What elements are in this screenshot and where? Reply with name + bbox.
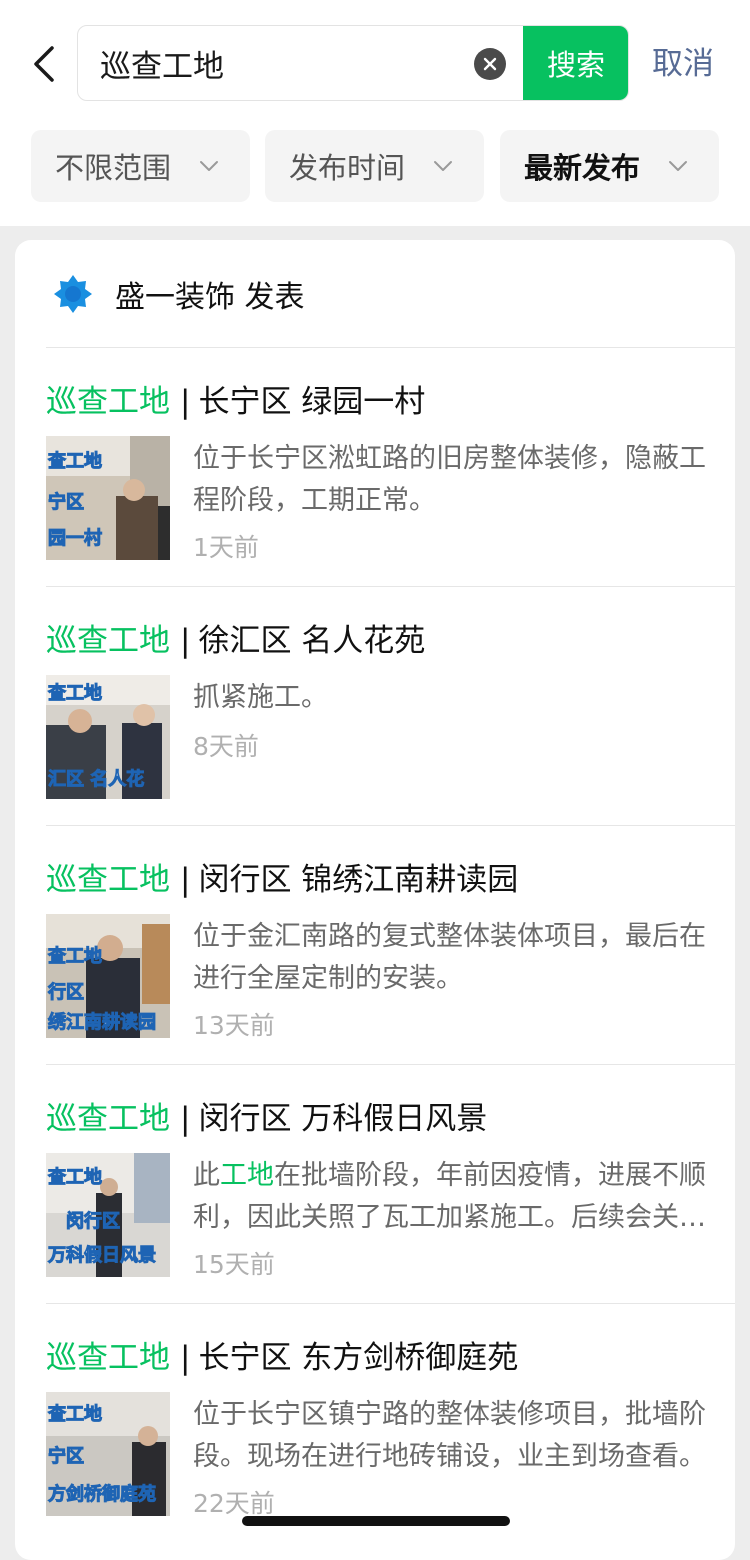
chevron-down-icon [669, 161, 687, 171]
result-item[interactable]: 巡查工地 | 闵行区 锦绣江南耕读园 查工地 行区 绣江南耕读园 位于金汇南路的复式… [46, 826, 735, 1064]
result-item[interactable]: 巡查工地 | 闵行区 万科假日风景 查工地 闵行区 万科假日风景 此工地在批墙阶段，… [46, 1065, 735, 1303]
result-item[interactable]: 巡查工地 | 长宁区 东方剑桥御庭苑 查工地 宁区 方剑桥御庭苑 位于长宁区镇宁路的… [46, 1304, 735, 1542]
title-separator: | [180, 623, 191, 659]
result-title-highlight: 巡查工地 [46, 862, 170, 898]
result-title: 巡查工地 | 闵行区 锦绣江南耕读园 [46, 854, 518, 899]
filter-publish-time[interactable]: 发布时间 [265, 130, 484, 202]
publisher-label: 盛一装饰 发表 [115, 272, 305, 316]
thumb-caption: 行区 [47, 981, 84, 1003]
result-thumbnail: 查工地 闵行区 万科假日风景 [46, 1153, 170, 1277]
result-description: 此工地在批墙阶段，年前因疫情，进展不顺利，因此关照了瓦工加紧施工。后续会关注进展… [193, 1155, 713, 1239]
result-title-text: 闵行区 万科假日风景 [198, 1101, 488, 1137]
thumb-caption: 汇区 名人花 [48, 768, 144, 790]
result-time: 13天前 [193, 1011, 275, 1040]
title-separator: | [180, 862, 191, 898]
result-time: 15天前 [193, 1250, 275, 1279]
search-input[interactable] [100, 26, 460, 100]
desc-text: 位于金汇南路的复式整体装体项目，最后在进行全屋定制的安装。 [193, 921, 706, 994]
thumb-caption: 方剑桥御庭苑 [48, 1483, 156, 1505]
result-time: 8天前 [193, 732, 259, 761]
brand-logo-icon [54, 275, 92, 313]
clear-button[interactable] [474, 48, 506, 80]
result-time: 1天前 [193, 533, 259, 562]
result-item[interactable]: 巡查工地 | 徐汇区 名人花苑 查工地 汇区 名人花 抓紧施工。 8天前 [46, 587, 735, 825]
result-title: 巡查工地 | 长宁区 绿园一村 [46, 376, 425, 421]
chevron-down-icon [200, 161, 218, 171]
filter-sort-latest[interactable]: 最新发布 [500, 130, 719, 202]
result-thumbnail: 查工地 宁区 园一村 [46, 436, 170, 560]
desc-text: 位于长宁区淞虹路的旧房整体装修，隐蔽工程阶段，工期正常。 [193, 443, 706, 516]
thumb-caption: 万科假日风景 [47, 1244, 156, 1266]
result-title: 巡查工地 | 徐汇区 名人花苑 [46, 615, 425, 660]
result-item[interactable]: 巡查工地 | 长宁区 绿园一村 查工地 宁区 园一村 位于长宁区淞虹路的旧房整体装修… [46, 348, 735, 586]
thumb-caption: 查工地 [48, 945, 102, 967]
result-title-text: 长宁区 绿园一村 [198, 384, 426, 420]
back-button[interactable] [22, 38, 66, 90]
desc-text: 此 [193, 1160, 220, 1191]
search-button[interactable]: 搜索 [523, 26, 628, 100]
thumb-caption: 园一村 [48, 527, 102, 549]
chevron-left-icon [34, 46, 54, 82]
thumb-caption: 查工地 [48, 1403, 102, 1425]
thumb-caption: 查工地 [48, 450, 102, 472]
result-title-highlight: 巡查工地 [46, 1340, 170, 1376]
thumb-caption: 闵行区 [66, 1210, 120, 1232]
title-separator: | [180, 1340, 191, 1376]
filter-range[interactable]: 不限范围 [31, 130, 250, 202]
title-separator: | [180, 384, 191, 420]
thumb-caption: 宁区 [48, 1445, 84, 1467]
result-thumbnail: 查工地 汇区 名人花 [46, 675, 170, 799]
results-card: 盛一装饰 发表 巡查工地 | 长宁区 绿园一村 查工地 宁区 园一村 位于长宁区淞虹… [15, 240, 735, 1560]
result-description: 位于长宁区淞虹路的旧房整体装修，隐蔽工程阶段，工期正常。 [193, 438, 713, 522]
result-time: 22天前 [193, 1489, 275, 1518]
close-icon [483, 57, 497, 71]
thumb-caption: 查工地 [48, 682, 102, 704]
result-title-text: 徐汇区 名人花苑 [198, 623, 426, 659]
title-separator: | [180, 1101, 191, 1137]
result-description: 位于长宁区镇宁路的整体装修项目，批墙阶段。现场在进行地砖铺设，业主到场查看。 [193, 1394, 713, 1478]
desc-text: 抓紧施工。 [193, 682, 328, 713]
filter-sort-latest-label: 最新发布 [524, 151, 641, 185]
filter-publish-time-label: 发布时间 [289, 151, 406, 185]
publisher-header[interactable]: 盛一装饰 发表 [15, 240, 735, 348]
home-indicator[interactable] [242, 1516, 510, 1526]
desc-text: 位于长宁区镇宁路的整体装修项目，批墙阶段。现场在进行地砖铺设，业主到场查看。 [193, 1399, 706, 1472]
cancel-button[interactable]: 取消 [652, 38, 714, 90]
search-header: 搜索 取消 不限范围 发布时间 最新发布 [0, 0, 750, 226]
result-title-text: 闵行区 锦绣江南耕读园 [198, 862, 519, 898]
search-box: 搜索 [77, 25, 629, 101]
result-title: 巡查工地 | 闵行区 万科假日风景 [46, 1093, 487, 1138]
result-thumbnail: 查工地 宁区 方剑桥御庭苑 [46, 1392, 170, 1516]
result-title-text: 长宁区 东方剑桥御庭苑 [198, 1340, 519, 1376]
result-title: 巡查工地 | 长宁区 东方剑桥御庭苑 [46, 1332, 518, 1377]
publisher-action: 发表 [244, 280, 305, 315]
result-description: 抓紧施工。 [193, 677, 713, 719]
chevron-down-icon [434, 161, 452, 171]
thumb-caption: 宁区 [48, 491, 84, 513]
result-description: 位于金汇南路的复式整体装体项目，最后在进行全屋定制的安装。 [193, 916, 713, 1000]
result-title-highlight: 巡查工地 [46, 623, 170, 659]
thumb-caption: 查工地 [48, 1166, 102, 1188]
desc-highlight: 工地 [220, 1160, 274, 1191]
publisher-name: 盛一装饰 [115, 280, 235, 315]
result-thumbnail: 查工地 行区 绣江南耕读园 [46, 914, 170, 1038]
filter-range-label: 不限范围 [55, 151, 172, 185]
result-title-highlight: 巡查工地 [46, 1101, 170, 1137]
thumb-caption: 绣江南耕读园 [48, 1011, 156, 1033]
result-title-highlight: 巡查工地 [46, 384, 170, 420]
